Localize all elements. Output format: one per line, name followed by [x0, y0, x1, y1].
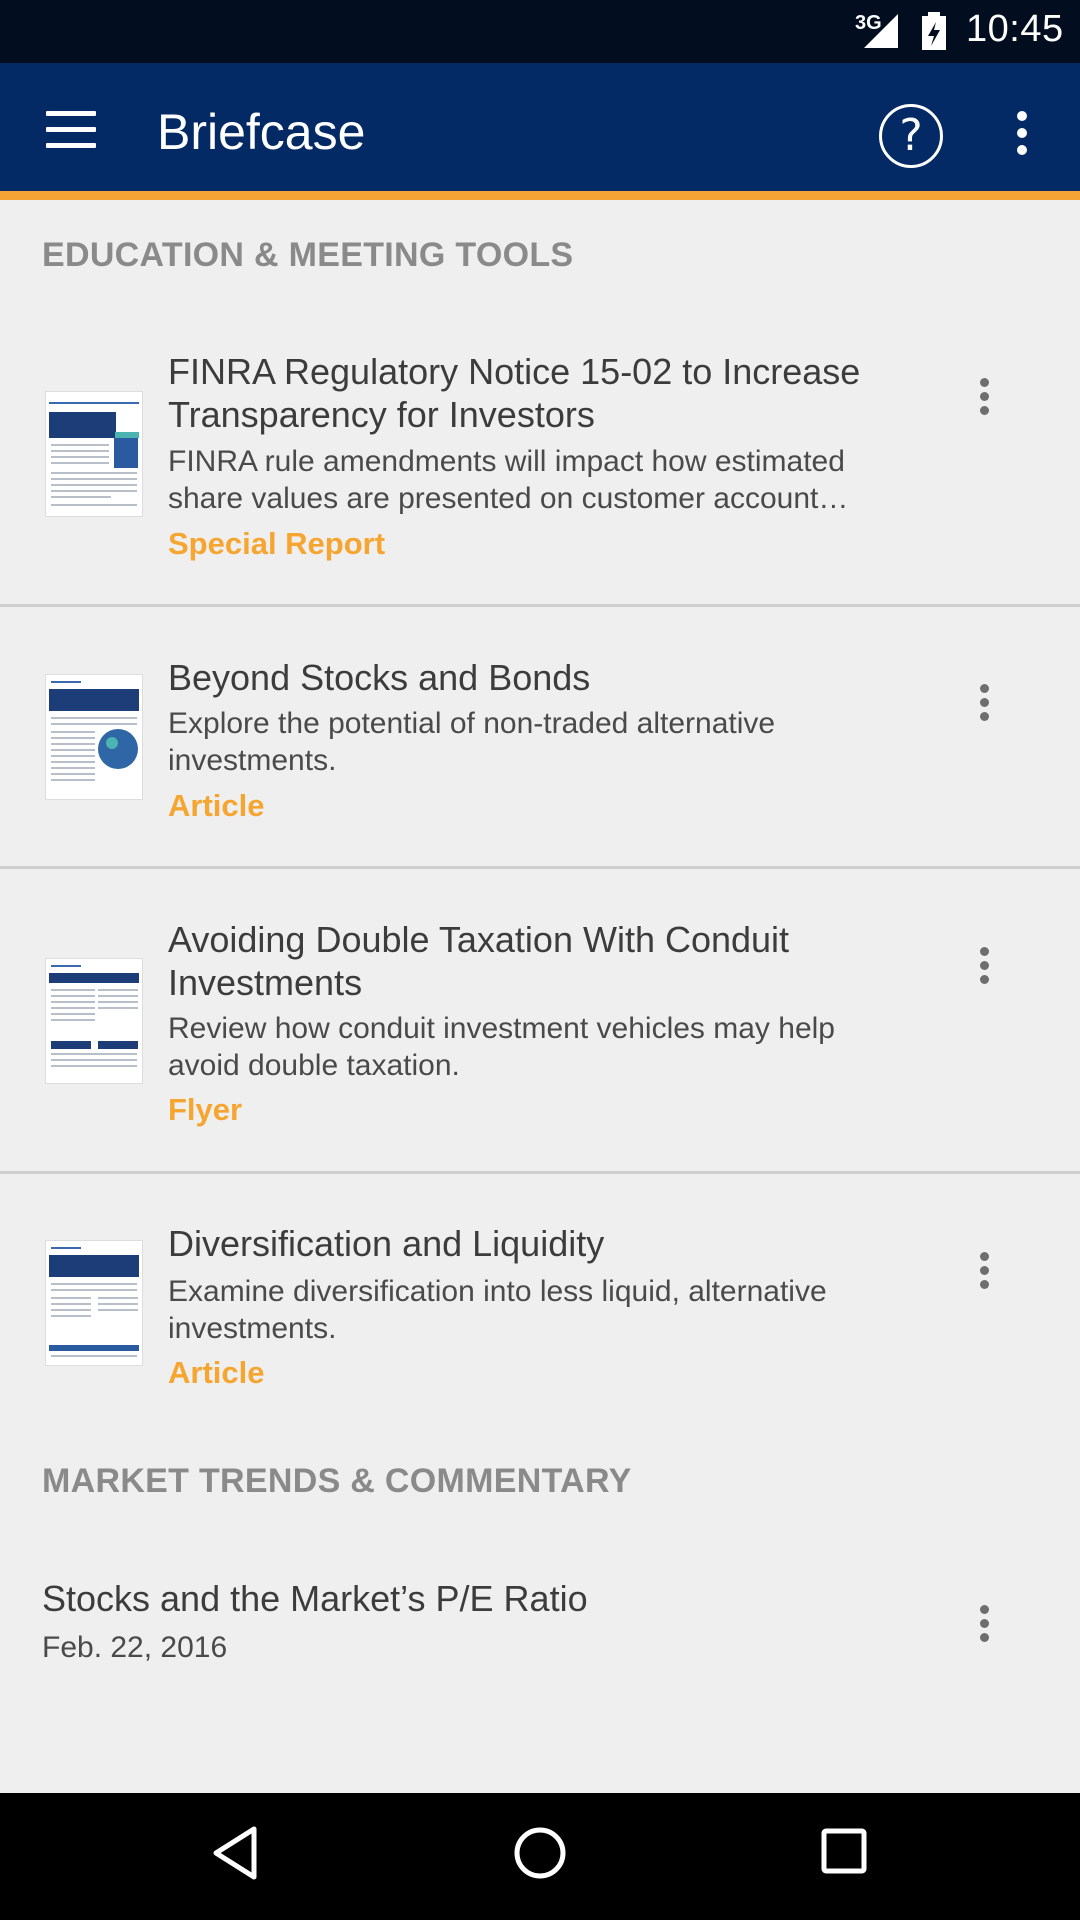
divider [0, 604, 1080, 607]
battery-charging-icon [922, 12, 946, 50]
item-overflow-menu-icon[interactable] [975, 947, 995, 987]
navigation-bar [0, 1793, 1080, 1920]
document-thumbnail [45, 1240, 143, 1366]
item-title: Stocks and the Market’s P/E Ratio [42, 1578, 588, 1619]
item-overflow-menu-icon[interactable] [975, 1605, 995, 1645]
divider [0, 866, 1080, 869]
item-title: Beyond Stocks and Bonds [168, 657, 591, 698]
item-date: Feb. 22, 2016 [42, 1631, 228, 1664]
item-description: Explore the potential of non-traded alte… [168, 707, 776, 777]
item-overflow-menu-icon[interactable] [975, 1252, 995, 1292]
item-overflow-menu-icon[interactable] [975, 684, 995, 724]
overflow-menu-icon[interactable] [1012, 111, 1032, 155]
menu-icon[interactable] [46, 111, 98, 149]
item-title: Diversification and Liquidity [168, 1223, 605, 1264]
document-thumbnail [45, 958, 143, 1084]
item-description: FINRA rule amendments will impact how es… [168, 445, 845, 515]
divider [0, 1171, 1080, 1174]
item-description: Review how conduit investment vehicles m… [168, 1012, 835, 1082]
status-bar: 3G 10:45 [0, 0, 1080, 63]
app-bar: Briefcase ? [0, 63, 1080, 200]
help-icon[interactable]: ? [879, 104, 943, 168]
item-description: Examine diversification into less liquid… [168, 1275, 827, 1345]
item-title: FINRA Regulatory Notice 15-02 to Increas… [168, 351, 861, 435]
item-type-label: Special Report [168, 526, 386, 561]
clock: 10:45 [966, 8, 1064, 50]
recents-icon[interactable] [820, 1827, 868, 1875]
back-icon[interactable] [210, 1825, 260, 1881]
document-thumbnail [45, 391, 143, 517]
item-type-label: Flyer [168, 1092, 243, 1127]
document-thumbnail [45, 674, 143, 800]
home-icon[interactable] [512, 1825, 568, 1881]
item-type-label: Article [168, 1355, 265, 1390]
item-title: Avoiding Double Taxation With Conduit In… [168, 919, 790, 1003]
network-type: 3G [855, 12, 882, 34]
item-type-label: Article [168, 788, 265, 823]
app-title: Briefcase [157, 104, 366, 160]
item-overflow-menu-icon[interactable] [975, 378, 995, 418]
section-header-market: MARKET TRENDS & COMMENTARY [42, 1462, 632, 1500]
section-header-education: EDUCATION & MEETING TOOLS [42, 236, 574, 274]
